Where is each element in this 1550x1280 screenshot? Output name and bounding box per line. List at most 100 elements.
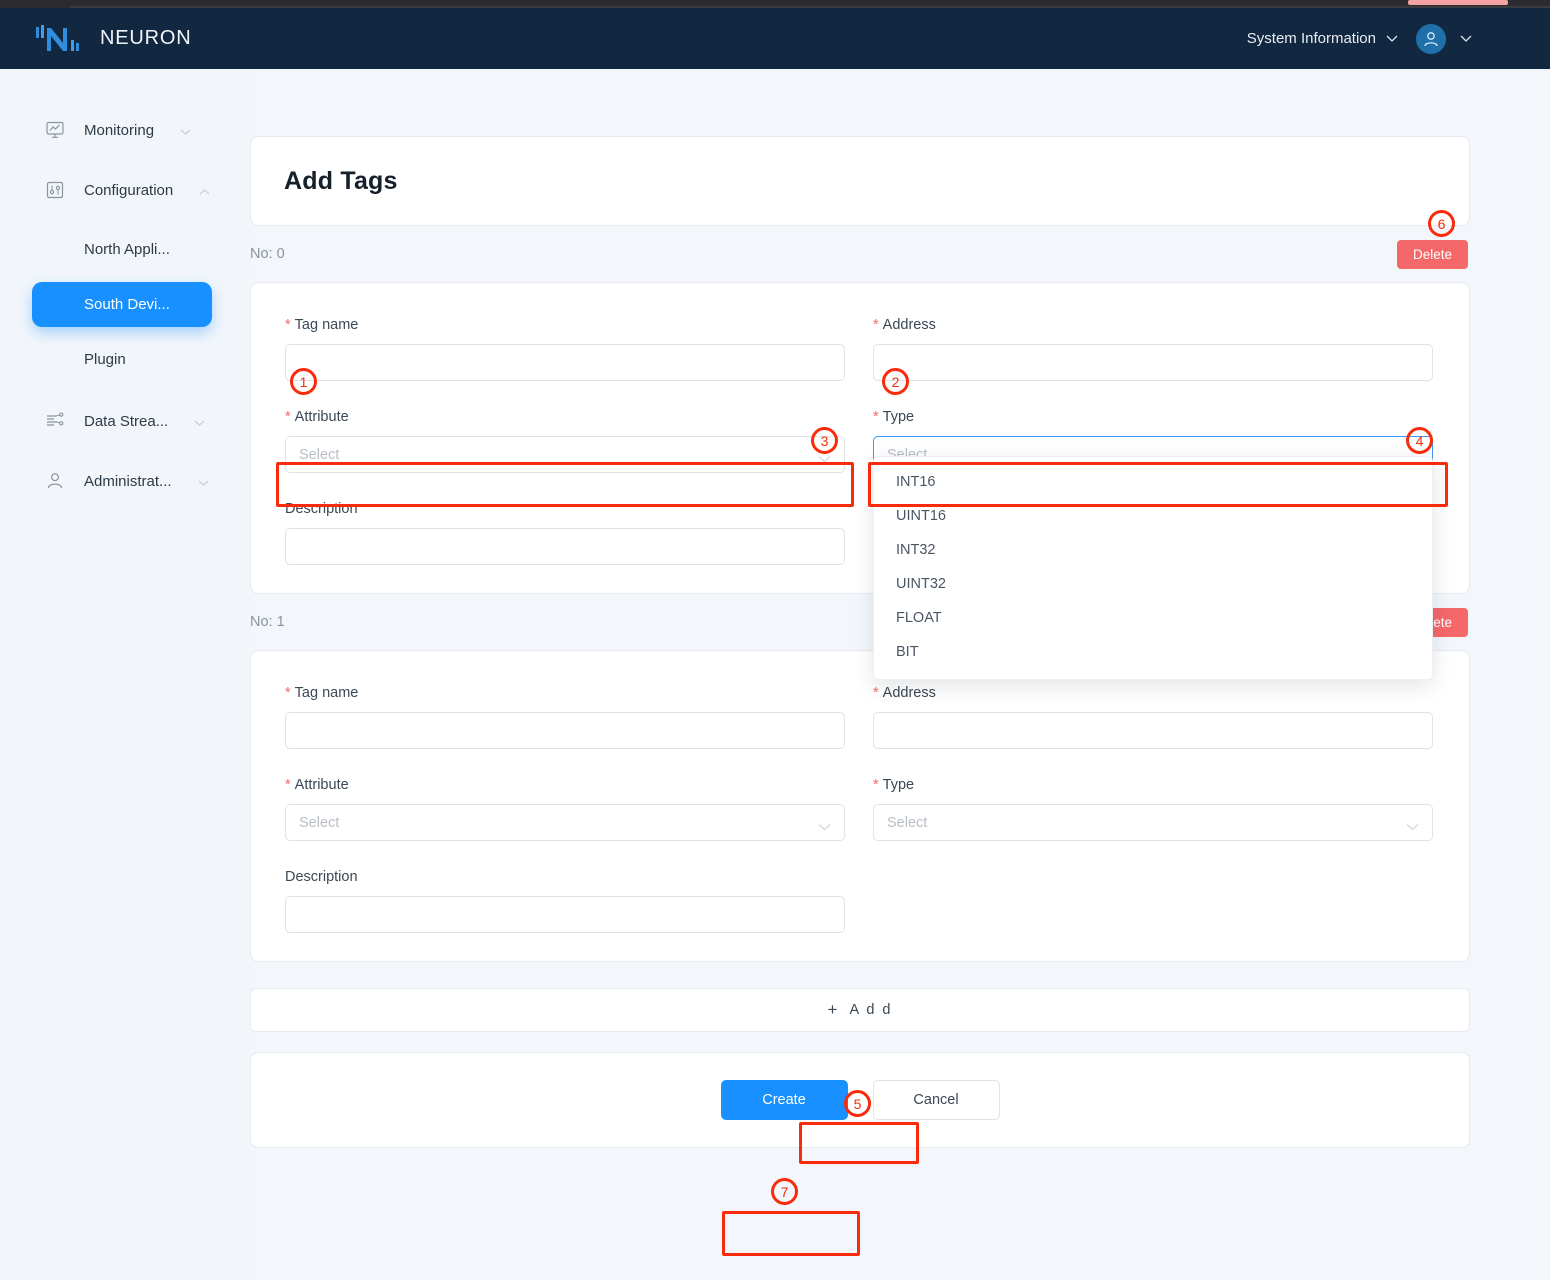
brand-logo-area[interactable]: NEURON	[26, 22, 191, 56]
label-text: Tag name	[294, 685, 359, 701]
address-label: * Address	[873, 685, 1433, 701]
system-information-menu[interactable]: System Information	[1247, 30, 1398, 47]
sidebar-item-label: Administrat...	[84, 472, 172, 490]
sidebar-item-plugin[interactable]: Plugin	[32, 337, 212, 382]
type-dropdown-menu-row0[interactable]: INT16 UINT16 INT32 UINT32 FLOAT BIT	[873, 455, 1433, 680]
description-label: Description	[285, 501, 358, 517]
data-stream-icon	[44, 410, 66, 432]
attribute-field-row1: * Attribute Select	[285, 777, 845, 841]
cancel-button[interactable]: Cancel	[872, 1080, 1000, 1120]
type-option-int16[interactable]: INT16	[874, 465, 1432, 499]
type-label: * Type	[873, 409, 1433, 425]
form-actions-card: Create Cancel	[250, 1052, 1470, 1148]
sidebar-item-label: Configuration	[84, 181, 174, 199]
tag-name-input-row1[interactable]	[285, 712, 845, 749]
chevron-down-icon	[1406, 819, 1419, 830]
description-field-row0: Description	[285, 501, 845, 565]
tag-row-number: No: 1	[250, 614, 285, 630]
required-mark: *	[285, 685, 291, 701]
browser-highlight-bit	[1408, 0, 1508, 5]
tag-name-input-row0[interactable]	[285, 344, 845, 381]
create-button[interactable]: Create	[720, 1080, 848, 1120]
address-label: * Address	[873, 317, 1433, 333]
address-field-row0: * Address	[873, 317, 1433, 381]
add-row-button[interactable]: + A d d	[250, 988, 1470, 1032]
required-mark: *	[873, 317, 879, 333]
sidebar-item-monitoring[interactable]: Monitoring	[0, 109, 250, 151]
user-menu[interactable]	[1416, 23, 1472, 54]
description-input-row0[interactable]	[285, 528, 845, 565]
attribute-label: * Attribute	[285, 777, 845, 793]
system-information-label: System Information	[1246, 30, 1376, 47]
attribute-select-value: Select	[299, 446, 340, 463]
attribute-select-row1[interactable]: Select	[285, 804, 845, 841]
description-input-row1[interactable]	[285, 896, 845, 933]
address-input-row0[interactable]	[873, 344, 1433, 381]
tag-row-header-0: No: 0 Delete	[250, 226, 1470, 282]
chevron-down-icon[interactable]	[1460, 35, 1472, 42]
attribute-select-row0[interactable]: Select	[285, 436, 845, 473]
tag-name-field-row0: * Tag name	[285, 317, 845, 381]
label-text: Address	[882, 685, 936, 701]
type-option-float[interactable]: FLOAT	[874, 601, 1432, 635]
chevron-down-icon	[818, 451, 831, 462]
type-option-bit[interactable]: BIT	[874, 635, 1432, 669]
sidebar-item-data-streaming[interactable]: Data Strea...	[0, 400, 250, 442]
sidebar-item-north-apps[interactable]: North Appli...	[32, 227, 212, 272]
address-field-row1: * Address	[873, 685, 1433, 749]
top-nav-right-group: System Information	[1247, 23, 1522, 54]
sidebar-item-configuration[interactable]: Configuration	[0, 169, 250, 211]
type-field-row0: * Type Select INT16 UINT16 INT32 UINT32 FLOAT…	[873, 409, 1433, 680]
tag-card-1: * Tag name * Attribute Select Description	[250, 650, 1470, 962]
attribute-select-value: Select	[299, 814, 340, 831]
chevron-down-icon	[1386, 35, 1398, 42]
sliders-icon	[44, 179, 66, 201]
label-text: Type	[882, 409, 915, 425]
required-mark: *	[285, 317, 291, 333]
sidebar-item-administration[interactable]: Administrat...	[0, 460, 250, 502]
top-navigation-bar: NEURON System Information	[0, 8, 1550, 69]
required-mark: *	[873, 777, 879, 793]
main-content: Add Tags No: 0 Delete * Tag name * Attribu…	[250, 69, 1550, 1280]
avatar[interactable]	[1416, 23, 1446, 54]
configuration-submenu: North Appli... South Devi... Plugin	[0, 217, 250, 382]
type-field-row1: * Type Select	[873, 777, 1433, 841]
chevron-down-icon	[194, 413, 205, 430]
required-mark: *	[285, 409, 291, 425]
required-mark: *	[285, 777, 291, 793]
sidebar-item-label: Monitoring	[84, 121, 155, 139]
chevron-down-icon	[818, 819, 831, 830]
tag-name-label: * Tag name	[285, 317, 845, 333]
sidebar-item-label: Data Strea...	[84, 412, 169, 430]
description-field-row1: Description	[285, 869, 845, 933]
label-text: Tag name	[294, 317, 359, 333]
attribute-field-row0: * Attribute Select	[285, 409, 845, 473]
chevron-down-icon	[198, 473, 209, 490]
address-input-row1[interactable]	[873, 712, 1433, 749]
tag-card-0: * Tag name * Attribute Select Description	[250, 282, 1470, 680]
type-option-uint16[interactable]: UINT16	[874, 499, 1432, 533]
plus-icon: +	[827, 1000, 838, 1019]
type-option-uint32[interactable]: UINT32	[874, 567, 1432, 601]
sidebar-subitem-label: North Appli...	[84, 241, 170, 258]
delete-button-row0[interactable]: Delete	[1396, 239, 1468, 269]
sidebar-subitem-label: Plugin	[84, 351, 126, 368]
chevron-down-icon	[180, 122, 191, 139]
sidebar-item-south-devices[interactable]: South Devi...	[32, 282, 212, 327]
page-header-card: Add Tags	[250, 136, 1470, 226]
sidebar-subitem-label: South Devi...	[84, 296, 170, 313]
add-label: A d d	[849, 1002, 893, 1018]
brand-name: NEURON	[100, 27, 192, 49]
label-text: Address	[882, 317, 936, 333]
tag-row-number: No: 0	[250, 246, 285, 262]
browser-chrome-strip	[0, 0, 1550, 8]
type-select-value: Select	[887, 814, 928, 831]
page-title: Add Tags	[284, 166, 398, 195]
type-select-row1[interactable]: Select	[873, 804, 1433, 841]
neuron-logo-icon	[34, 22, 88, 56]
type-option-int32[interactable]: INT32	[874, 533, 1432, 567]
required-mark: *	[873, 685, 879, 701]
label-text: Attribute	[294, 409, 349, 425]
tag-name-field-row1: * Tag name	[285, 685, 845, 749]
dropdown-pointer-icon	[1146, 450, 1159, 457]
